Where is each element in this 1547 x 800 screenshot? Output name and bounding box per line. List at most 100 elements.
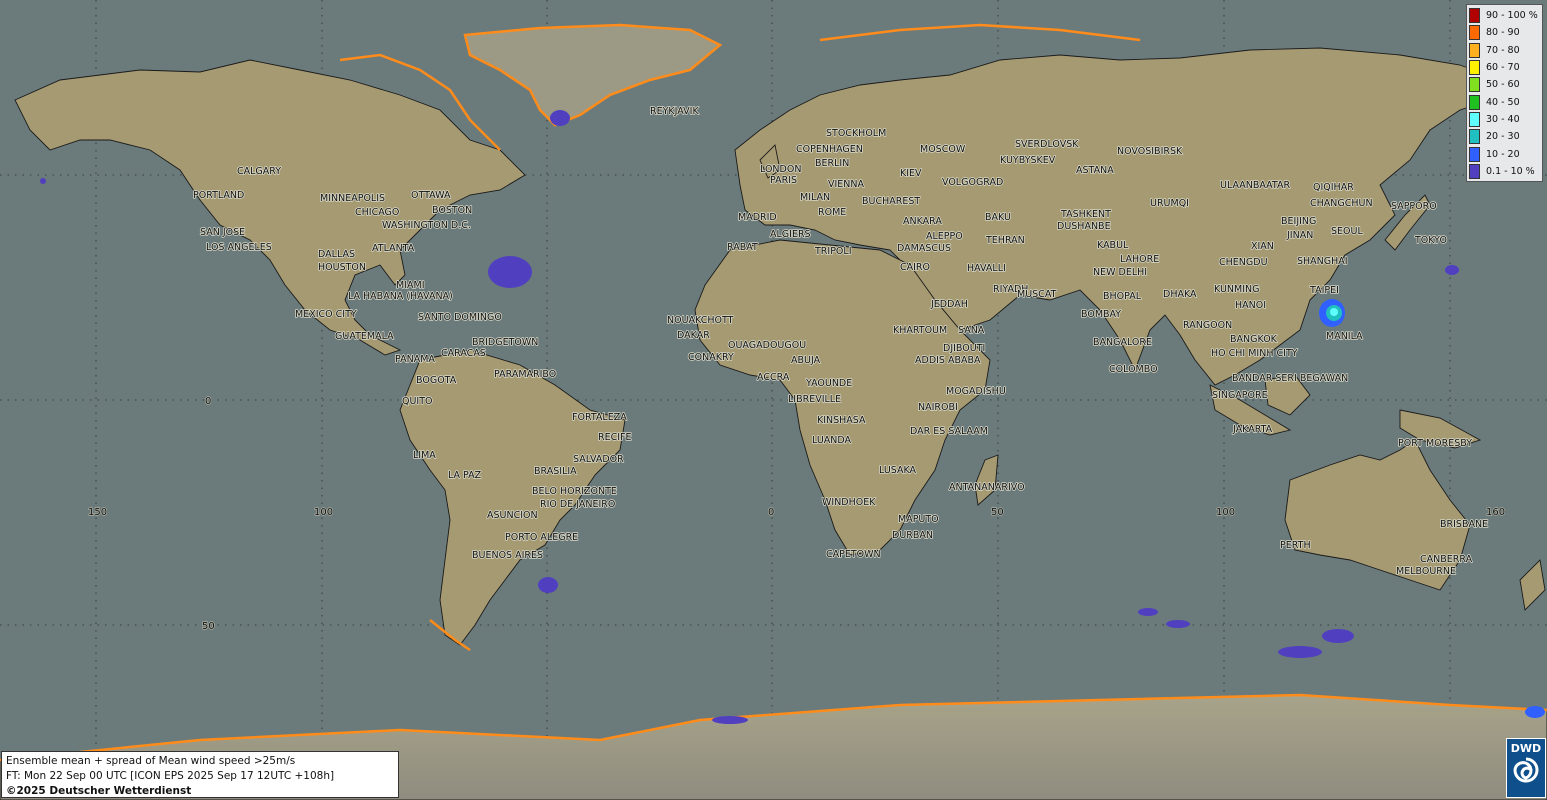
lon-label: 160 (1486, 507, 1505, 518)
city-label: MADRID (738, 212, 777, 223)
legend-item: 60 - 70 (1469, 59, 1540, 76)
city-label: KHARTOUM (893, 325, 947, 336)
city-label: PORTO ALEGRE (505, 532, 578, 543)
city-label: SEOUL (1331, 226, 1363, 237)
city-label: NOVOSIBIRSK (1117, 146, 1183, 157)
city-label: VOLGOGRAD (942, 177, 1003, 188)
legend-label: 0.1 - 10 % (1486, 165, 1535, 177)
legend-label: 90 - 100 % (1486, 10, 1538, 22)
city-label: JAKARTA (1232, 424, 1273, 435)
legend-item: 90 - 100 % (1469, 7, 1540, 24)
city-label: COLOMBO (1109, 364, 1158, 375)
legend-item: 30 - 40 (1469, 111, 1540, 128)
city-label: SALVADOR (573, 454, 624, 465)
legend-label: 30 - 40 (1486, 113, 1520, 125)
city-label: LOS ANGELES (206, 242, 272, 253)
city-label: MIAMI (396, 280, 425, 291)
city-label: LUANDA (812, 435, 852, 446)
city-label: TEHRAN (985, 235, 1025, 246)
city-label: QIQIHAR (1313, 182, 1354, 193)
city-label: SAN JOSE (200, 227, 245, 238)
city-label: LIMA (413, 450, 436, 461)
city-label: ATLANTA (372, 243, 415, 254)
city-label: BERLIN (815, 158, 849, 169)
legend-item: 70 - 80 (1469, 42, 1540, 59)
city-label: DJIBOUTI (943, 343, 985, 354)
city-label: BEIJING (1281, 216, 1316, 227)
city-label: TASHKENT (1060, 209, 1111, 220)
legend-label: 60 - 70 (1486, 62, 1520, 74)
lon-label: 0 (768, 507, 774, 518)
city-label: SVERDLOVSK (1015, 139, 1079, 150)
city-label: RABAT (727, 242, 758, 253)
city-label: MEXICO CITY (295, 309, 357, 320)
legend-item: 0.1 - 10 % (1469, 163, 1540, 180)
city-label: MELBOURNE (1396, 566, 1456, 577)
city-label: DAMASCUS (897, 243, 951, 254)
map-title: Ensemble mean + spread of Mean wind spee… (6, 755, 296, 767)
city-label: CAIRO (900, 262, 930, 273)
city-label: BRASILIA (534, 466, 577, 477)
city-label: KINSHASA (817, 415, 866, 426)
legend-swatch (1469, 42, 1480, 58)
city-label: BANGKOK (1230, 334, 1278, 345)
city-label: DUSHANBE (1057, 221, 1111, 232)
city-label: RANGOON (1183, 320, 1232, 331)
legend-swatch (1469, 163, 1480, 179)
legend-item: 50 - 60 (1469, 76, 1540, 93)
city-label: GUATEMALA (335, 331, 394, 342)
logo-text: DWD (1510, 742, 1542, 755)
city-label: LIBREVILLE (788, 394, 841, 405)
city-label: KIEV (900, 168, 922, 179)
swirl-icon (1513, 757, 1539, 783)
city-label: SAPPORO (1391, 201, 1437, 212)
city-label: CHICAGO (355, 207, 399, 218)
lat-label: 50 (202, 621, 215, 632)
city-label: ACCRA (757, 372, 790, 383)
city-label: JINAN (1286, 230, 1313, 241)
city-label: JEDDAH (930, 299, 968, 310)
world-map: 150 100 0 50 100 160 0 50 REYKJAVIK STOCK… (0, 0, 1547, 800)
dwd-logo: DWD (1506, 738, 1546, 798)
city-label: CHANGCHUN (1310, 198, 1373, 209)
city-label: KUYBYSKEV (1000, 155, 1056, 166)
city-label: VIENNA (828, 179, 865, 190)
city-label: ASUNCION (487, 510, 538, 521)
city-label: PORT MORESBY (1398, 438, 1472, 449)
city-label: HO CHI MINH CITY (1211, 348, 1298, 359)
city-label: MOGADISHU (946, 386, 1006, 397)
city-label: CALGARY (237, 166, 281, 177)
city-label: PERTH (1280, 540, 1311, 551)
city-label: BRIDGETOWN (472, 337, 538, 348)
city-label: WINDHOEK (822, 497, 876, 508)
city-label: BAKU (985, 212, 1011, 223)
city-label: TRIPOLI (814, 246, 852, 257)
city-label: BRISBANE (1440, 519, 1488, 530)
city-label: SANA (958, 325, 985, 336)
city-label: OUAGADOUGOU (728, 340, 806, 351)
city-label: ANKARA (903, 216, 942, 227)
legend-swatch (1469, 146, 1480, 162)
city-label: TOKYO (1414, 235, 1447, 246)
city-label: STOCKHOLM (826, 128, 886, 139)
city-label: FORTALEZA (572, 412, 627, 423)
legend-item: 40 - 50 (1469, 93, 1540, 110)
city-label: LA HABANA (HAVANA) (348, 291, 453, 302)
city-label: BUENOS AIRES (472, 550, 543, 561)
city-label: ULAANBAATAR (1220, 180, 1290, 191)
city-label: CHENGDU (1219, 257, 1268, 268)
city-label: PANAMA (395, 354, 435, 365)
city-label: DAR ES SALAAM (910, 426, 988, 437)
city-label: BOMBAY (1081, 309, 1121, 320)
city-label: DAKAR (677, 330, 710, 341)
city-label: HANOI (1235, 300, 1266, 311)
city-label: NAIROBI (918, 402, 958, 413)
legend-swatch (1469, 25, 1480, 41)
city-label: COPENHAGEN (796, 144, 863, 155)
legend-label: 40 - 50 (1486, 96, 1520, 108)
city-label: BOGOTA (416, 375, 457, 386)
city-label: OTTAWA (411, 190, 451, 201)
lon-label: 100 (314, 507, 333, 518)
city-label: PARIS (770, 175, 797, 186)
city-label: WASHINGTON D.C. (382, 220, 471, 231)
